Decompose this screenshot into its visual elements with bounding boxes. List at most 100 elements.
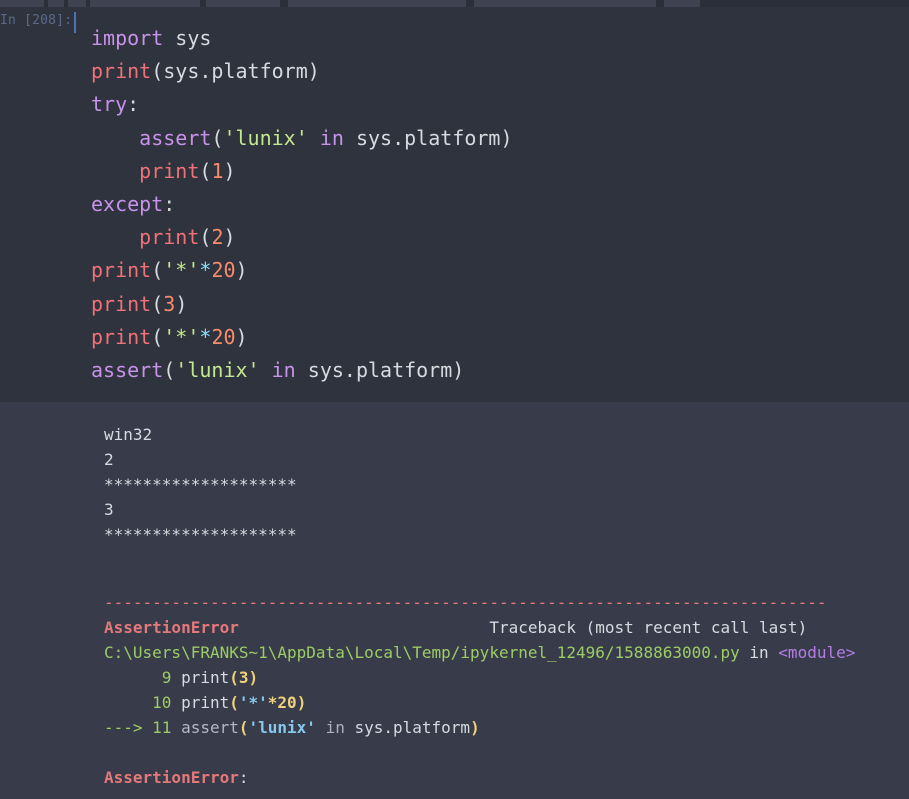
traceback-separator: ----------------------------------------… [104,593,827,612]
keyword: import [91,26,164,50]
code-line: assert('lunix' in sys.platform) [91,126,512,150]
code-text: ( [151,291,164,316]
toolbar-segment [90,0,200,7]
code-line: assert('lunix' in sys.platform) [91,358,464,382]
code-text: ( [163,358,176,383]
function-name: print [139,225,200,250]
code-text: ( [151,258,164,283]
function-name: print [181,693,230,712]
cell-focus-marker [74,12,76,33]
function-name: print [181,668,230,687]
operator: * [199,258,212,283]
toolbar-segment [48,0,64,7]
string-literal: '*' [238,693,268,712]
toolbar-segment [206,0,280,7]
string-literal: '*' [163,258,200,283]
string-literal: 'lunix' [248,718,316,737]
number-literal: 3 [163,291,176,316]
string-literal: '*' [163,324,200,349]
code-text: sys.platform [354,718,471,737]
number-literal: 1 [211,158,224,183]
code-line: print('*'*20) [91,325,248,349]
output-line: ******************** [104,525,297,544]
paren: ) [248,668,259,687]
code-text: ( [151,324,164,349]
function-name: print [91,291,152,316]
code-text: sys [163,26,212,50]
paren: ( [238,718,249,737]
code-text: (sys.platform) [151,59,320,84]
final-error-name: AssertionError [104,768,239,787]
code-line: print(3) [91,292,187,316]
traceback-header: Traceback (most recent call last) [489,618,808,637]
cell-prompt: In [208]: [0,13,73,28]
keyword: assert [91,358,164,383]
keyword: in [315,718,355,737]
keyword: in [319,125,344,150]
code-text: ) [235,324,248,349]
line-number: 9 [104,668,182,687]
function-name: print [91,258,152,283]
code-text: ( [199,158,212,183]
code-line: print(1) [91,158,236,183]
function-name: print [91,324,152,349]
traceback-text: in [739,643,779,662]
error-name: AssertionError [104,618,239,637]
code-text: sys.platform) [343,125,513,150]
output-line: 3 [104,500,114,519]
code-line: print(2) [91,225,236,250]
code-text: ) [223,225,236,250]
error-arrow: ---> 11 [104,718,182,737]
paren: ( [229,693,239,712]
toolbar-segment [288,0,466,7]
toolbar-segment [0,0,44,7]
function-name: print [91,59,152,84]
function-name: print [139,158,200,183]
code-line: except: [91,192,175,216]
file-path: C:\Users\FRANKS~1\AppData\Local\Temp/ipy… [104,643,740,662]
error-colon: : [238,768,249,787]
stdout-output: win32 2 ******************** 3 *********… [104,422,297,547]
line-number: 10 [104,693,182,712]
code-text: ( [211,125,224,150]
paren: ) [296,693,307,712]
paren: ( [229,668,239,687]
top-toolbar-strip [0,0,909,7]
toolbar-segment [68,0,86,7]
code-text: : [127,92,140,117]
output-line: ******************** [104,475,297,494]
string-literal: 'lunix' [223,125,308,150]
operator: * [267,693,278,712]
number-literal: 20 [211,258,236,283]
code-line: print('*'*20) [91,258,248,282]
keyword: except [91,192,164,217]
keyword: try [91,92,128,117]
code-text: : [163,192,176,217]
code-line: try: [91,92,139,116]
output-line: 2 [104,450,114,469]
number-literal: 20 [277,693,297,712]
traceback-output: ----------------------------------------… [104,590,855,790]
operator: * [199,324,212,349]
keyword: assert [139,125,212,150]
keyword: in [271,358,296,383]
module-name: <module> [778,643,856,662]
output-line: win32 [104,425,153,444]
toolbar-segment [474,0,656,7]
code-line: import sys [91,26,211,50]
code-editor[interactable]: import sys print(sys.platform) try: asse… [91,22,512,387]
toolbar-segment [664,0,700,7]
code-text: sys.platform) [295,358,465,383]
number-literal: 20 [211,324,236,349]
string-literal: 'lunix' [175,358,260,383]
code-line: print(sys.platform) [91,59,320,83]
code-text: ) [223,158,236,183]
code-text: ) [175,291,188,316]
number-literal: 3 [238,668,249,687]
paren: ) [470,718,480,737]
